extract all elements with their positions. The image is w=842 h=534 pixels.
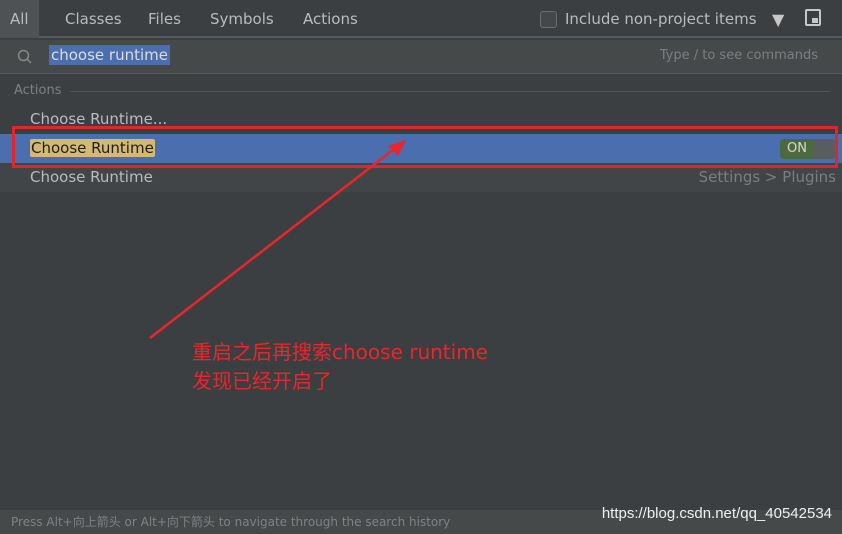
annotation-line: 发现已经开启了 (192, 369, 332, 393)
annotation-text: 重启之后再搜索choose runtime 发现已经开启了 (192, 338, 488, 396)
annotation-line: 重启之后再搜索choose runtime (192, 340, 488, 364)
watermark: https://blog.csdn.net/qq_40542534 (601, 505, 832, 522)
annotation-arrow (149, 140, 406, 339)
